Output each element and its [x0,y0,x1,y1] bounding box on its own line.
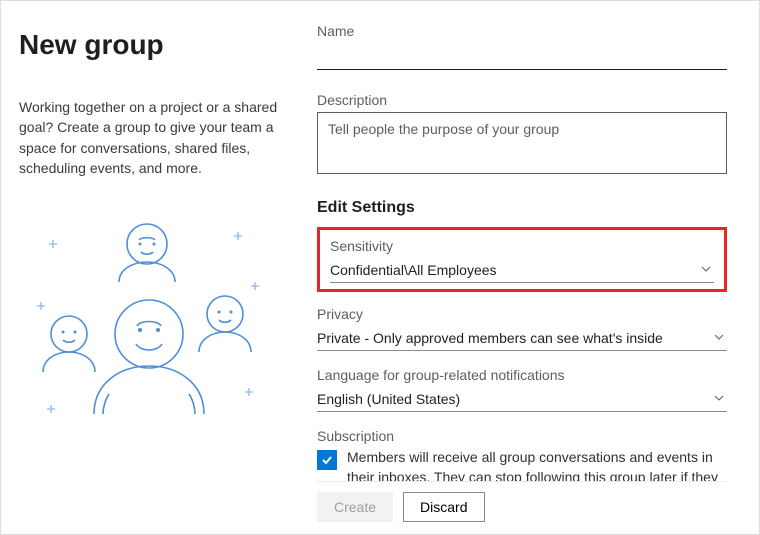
edit-settings-heading: Edit Settings [317,199,727,217]
sensitivity-highlight: Sensitivity Confidential\All Employees [317,227,727,292]
sensitivity-select[interactable]: Confidential\All Employees [330,258,714,283]
sensitivity-value: Confidential\All Employees [330,262,497,278]
chevron-down-icon [713,391,725,407]
chevron-down-icon [700,262,712,278]
sensitivity-label: Sensitivity [330,238,714,254]
privacy-select[interactable]: Private - Only approved members can see … [317,326,727,351]
chevron-down-icon [713,330,725,346]
checkmark-icon [320,453,334,467]
name-input[interactable] [317,43,727,70]
intro-text: Working together on a project or a share… [19,97,281,178]
group-illustration [19,214,279,434]
subscription-checkbox[interactable] [317,450,337,470]
privacy-label: Privacy [317,306,727,322]
language-label: Language for group-related notifications [317,367,727,383]
language-select[interactable]: English (United States) [317,387,727,412]
name-label: Name [317,23,727,39]
description-input[interactable] [317,112,727,174]
subscription-label: Subscription [317,428,727,444]
description-label: Description [317,92,727,108]
page-title: New group [19,29,281,61]
footer-bar: Create Discard [317,481,727,534]
privacy-value: Private - Only approved members can see … [317,330,663,346]
create-button[interactable]: Create [317,492,393,522]
language-value: English (United States) [317,391,460,407]
discard-button[interactable]: Discard [403,492,484,522]
